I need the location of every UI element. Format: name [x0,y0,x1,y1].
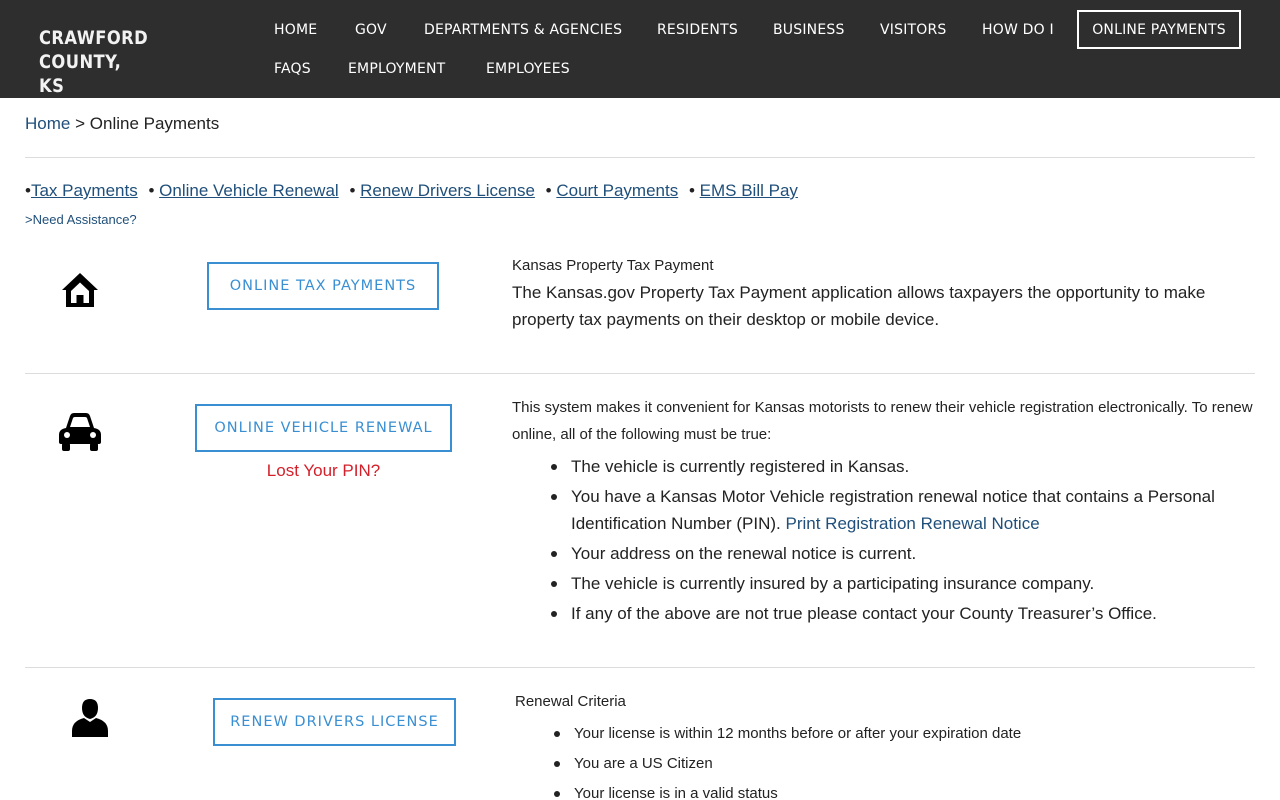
quicklink-vehicle-renewal[interactable]: Online Vehicle Renewal [159,181,339,200]
nav-residents[interactable]: RESIDENTS [657,21,738,39]
print-renewal-notice-link[interactable]: Print Registration Renewal Notice [785,514,1039,533]
site-header: CRAWFORD COUNTY, KS HOME GOV DEPARTMENTS… [0,0,1280,98]
car-icon [57,410,103,457]
quicklink-court-payments[interactable]: Court Payments [556,181,678,200]
list-item: Your license is within 12 months before … [554,720,1254,747]
tax-heading: Kansas Property Tax Payment [512,257,714,274]
vehicle-requirements-list: The vehicle is currently registered in K… [551,453,1261,630]
breadcrumb-separator: > [75,114,86,133]
logo-line-2: KS [39,75,65,97]
nav-employees[interactable]: EMPLOYEES [486,60,570,78]
list-item: The vehicle is currently registered in K… [551,453,1261,480]
nav-employment[interactable]: EMPLOYMENT [348,60,445,78]
bullet: • [545,181,552,200]
list-item: Your address on the renewal notice is cu… [551,540,1261,567]
breadcrumb-current: Online Payments [89,114,220,133]
quicklink-drivers-license[interactable]: Renew Drivers License [360,181,535,200]
list-item: You have a Kansas Motor Vehicle registra… [551,483,1261,537]
logo-line-1: CRAWFORD COUNTY, [39,27,149,73]
divider [25,667,1255,668]
list-item: Your license is in a valid status [554,780,1254,800]
nav-gov[interactable]: GOV [355,21,387,39]
bullet: • [148,181,155,200]
bullet: • [349,181,356,200]
person-icon [70,698,110,743]
license-criteria-list: Your license is within 12 months before … [554,720,1254,800]
tax-description: The Kansas.gov Property Tax Payment appl… [512,283,1206,329]
nav-faqs[interactable]: FAQS [274,60,311,78]
nav-home[interactable]: HOME [274,21,317,39]
nav-how-do-i[interactable]: HOW DO I [982,21,1054,39]
license-heading: Renewal Criteria [515,693,626,710]
nav-visitors[interactable]: VISITORS [880,21,947,39]
home-icon [60,270,100,315]
list-item: The vehicle is currently insured by a pa… [551,570,1261,597]
renew-drivers-license-button[interactable]: RENEW DRIVERS LICENSE [213,698,456,746]
breadcrumb-home-link[interactable]: Home [25,114,70,133]
divider [25,373,1255,374]
bullet: • [688,181,695,200]
nav-business[interactable]: BUSINESS [773,21,845,39]
breadcrumb: Home > Online Payments [25,114,219,134]
quicklink-ems-bill-pay[interactable]: EMS Bill Pay [700,181,798,200]
nav-departments[interactable]: DEPARTMENTS & AGENCIES [424,21,622,39]
divider [25,157,1255,158]
list-item: You are a US Citizen [554,750,1254,777]
need-assistance-link[interactable]: >Need Assistance? [25,212,137,227]
list-item: If any of the above are not true please … [551,600,1261,627]
site-logo[interactable]: CRAWFORD COUNTY, KS [39,26,211,98]
quicklink-tax-payments[interactable]: Tax Payments [31,181,138,200]
nav-online-payments[interactable]: ONLINE PAYMENTS [1077,10,1241,49]
quick-links: • Tax Payments • Online Vehicle Renewal •… [25,181,798,201]
online-tax-payments-button[interactable]: ONLINE TAX PAYMENTS [207,262,439,310]
vehicle-intro: This system makes it convenient for Kans… [512,399,1253,443]
online-vehicle-renewal-button[interactable]: ONLINE VEHICLE RENEWAL [195,404,452,452]
lost-pin-link[interactable]: Lost Your PIN? [195,461,452,481]
